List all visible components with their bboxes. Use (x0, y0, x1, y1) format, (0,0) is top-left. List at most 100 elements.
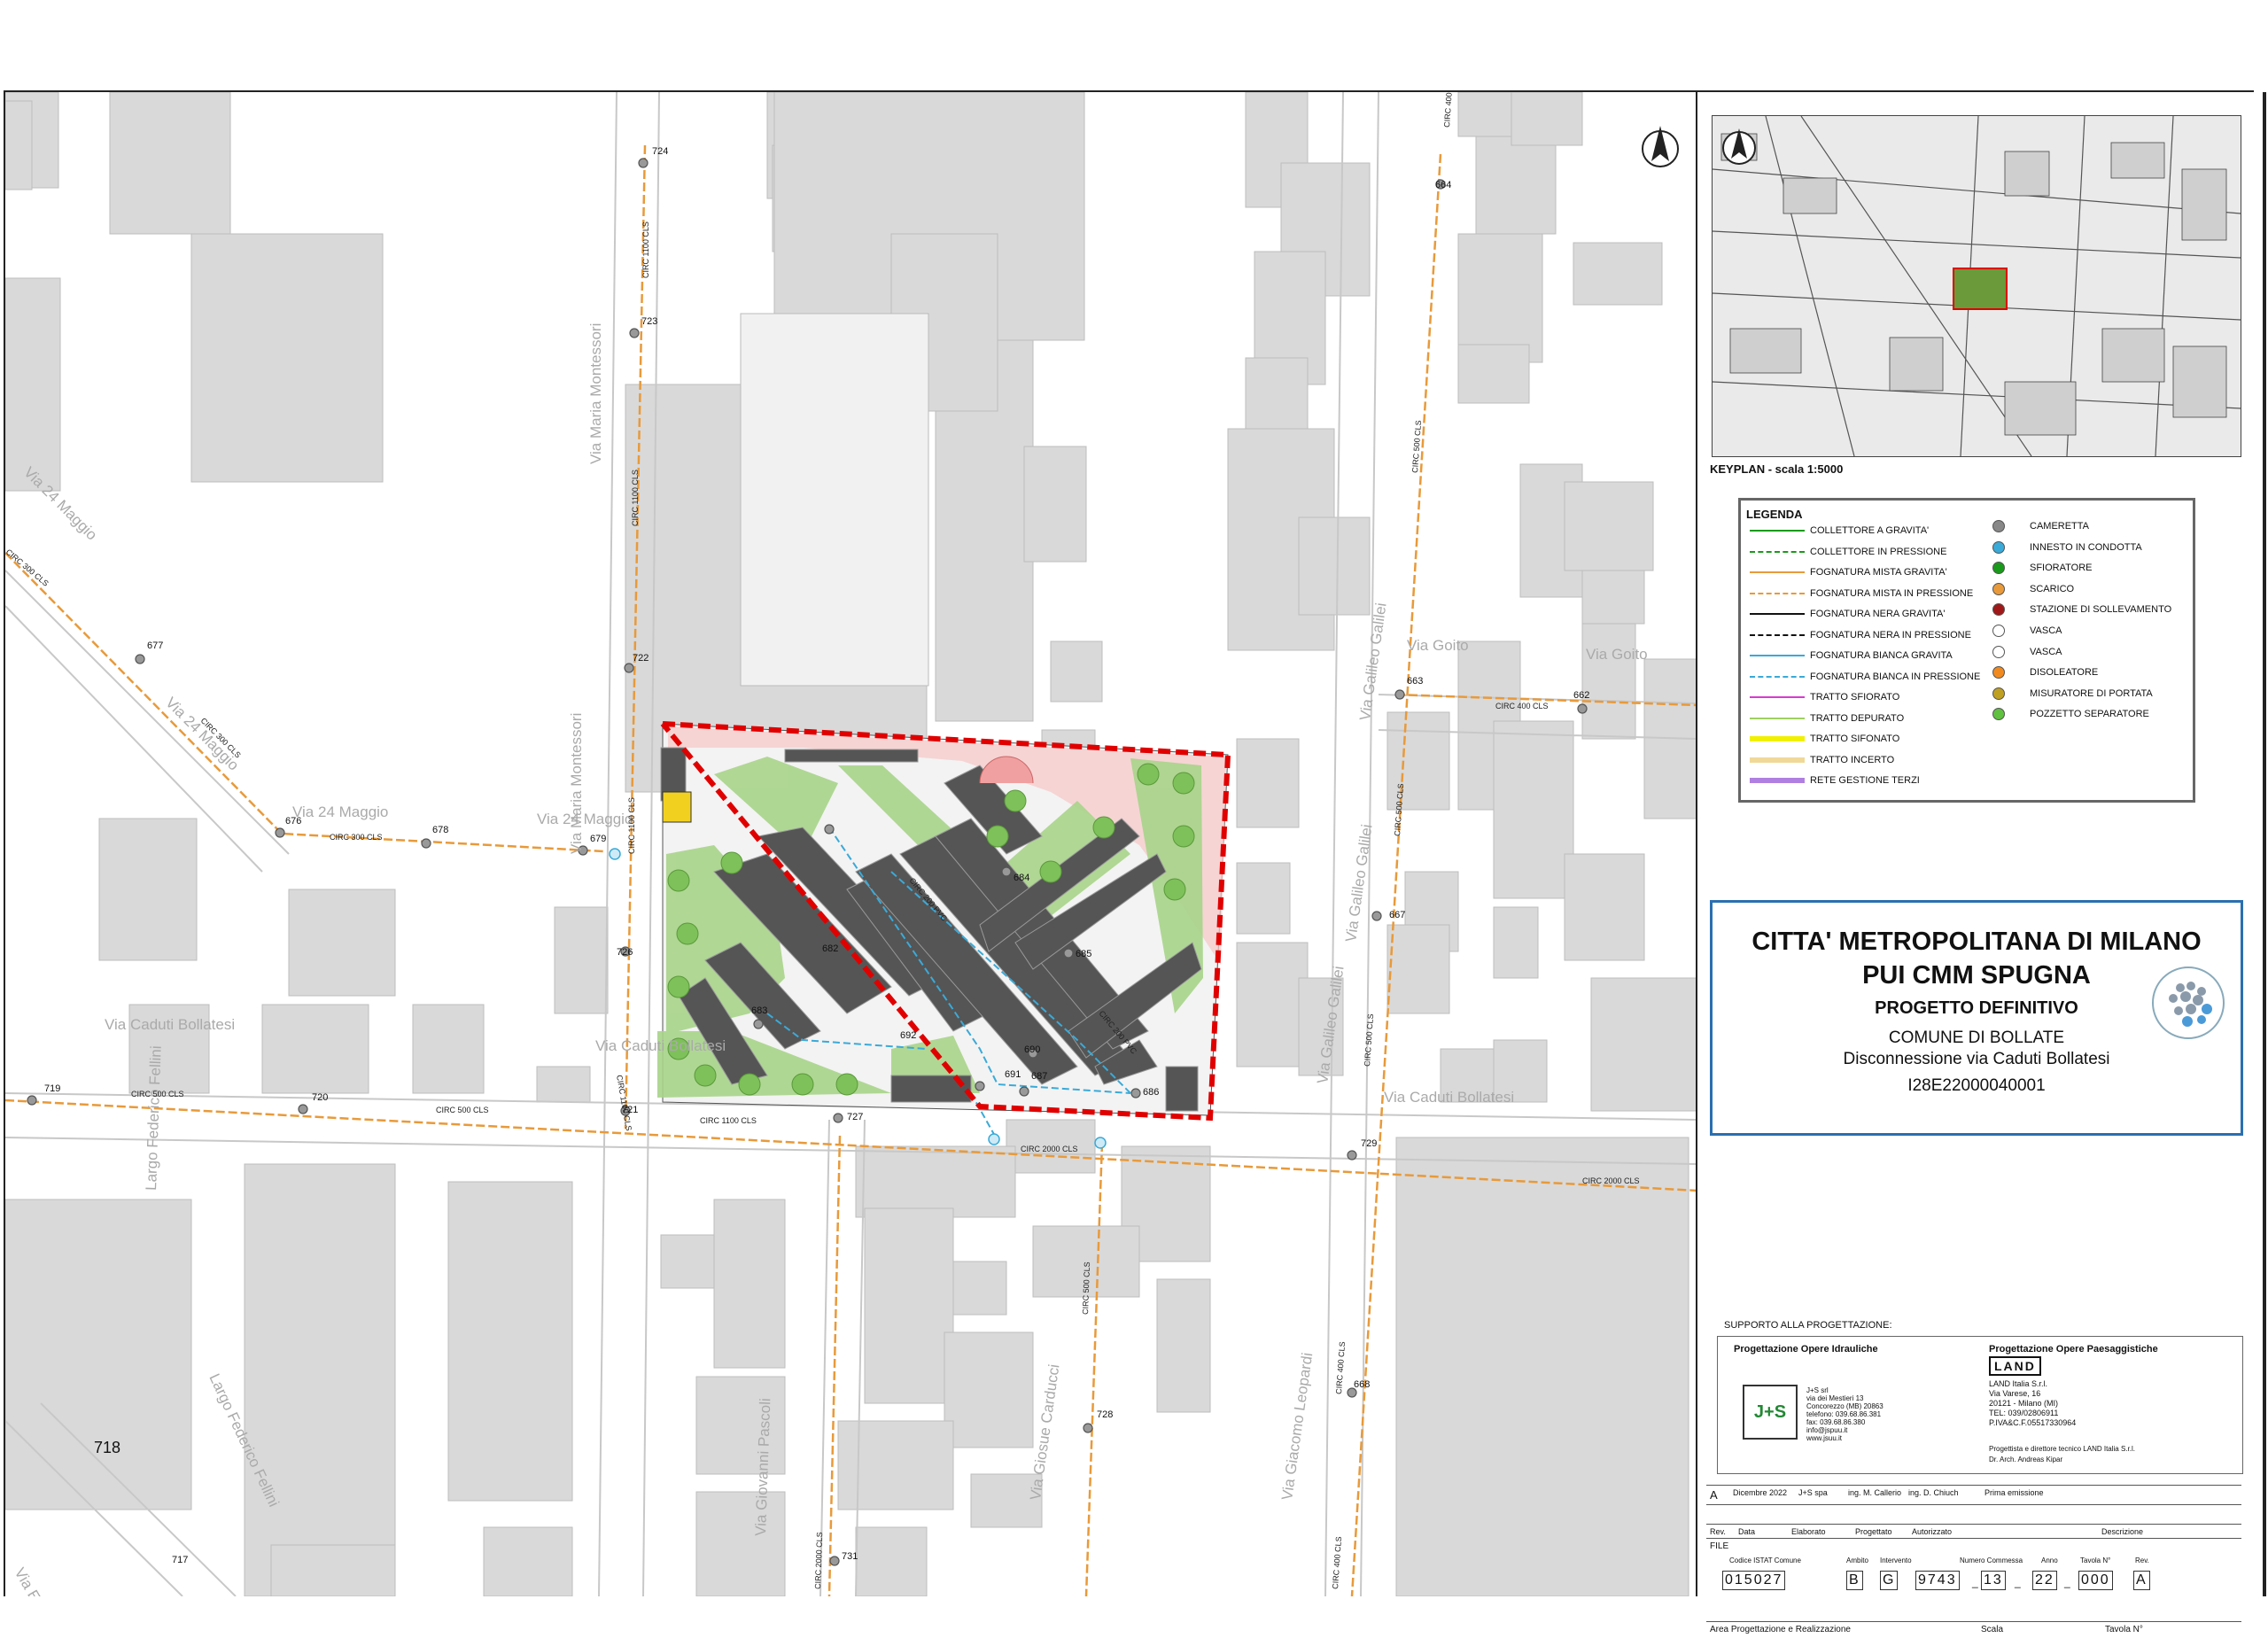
legend-symbol-icon (1992, 540, 2005, 554)
support-left-head: Progettazione Opere Idrauliche (1734, 1344, 1878, 1355)
street-label: Via Goito (1586, 646, 1648, 663)
legend-line-swatch (1750, 736, 1805, 741)
js-line: telefono: 039.68.86.381 (1806, 1410, 1882, 1418)
legend-symbol-item: MISURATORE DI PORTATA (1992, 687, 2153, 700)
node-id: 724 (652, 146, 668, 157)
node-id: 686 (1143, 1087, 1159, 1098)
node-id: 717 (172, 1555, 188, 1565)
file-head: Tavola N° (2080, 1556, 2111, 1564)
legend-line-swatch (1750, 530, 1805, 532)
node-id: 678 (432, 825, 448, 835)
legend-symbol-item: SFIORATORE (1992, 562, 2093, 575)
legend-line-swatch (1750, 571, 1805, 573)
legend-symbol-item: VASCA (1992, 625, 2062, 637)
node-id: 682 (822, 943, 838, 954)
js-logo: J+S (1743, 1385, 1798, 1440)
node-id: 676 (285, 816, 301, 827)
land-line: P.IVA&C.F.05517330964 (1989, 1418, 2077, 1427)
node-id: 662 (1573, 690, 1589, 701)
legend-line-swatch (1750, 633, 1805, 636)
pipe-label: CIRC 500 CLS (131, 1090, 184, 1098)
file-head: Rev. (2135, 1556, 2149, 1564)
node-id: 726 (617, 947, 633, 958)
legend-line-item: RETE GESTIONE TERZI (1750, 775, 1920, 786)
node-id: 690 (1024, 1044, 1040, 1055)
land-note-1: Progettista e direttore tecnico LAND Ita… (1989, 1445, 2135, 1453)
legend-line-item: TRATTO SIFONATO (1750, 734, 1899, 744)
legend-symbol-label: DISOLEATORE (2030, 667, 2099, 679)
legend-symbol-icon (1992, 562, 2005, 575)
legend-line-swatch (1750, 655, 1805, 656)
street-label: Via Maria Montessori (568, 713, 585, 854)
support-box: Progettazione Opere Idrauliche Progettaz… (1717, 1336, 2243, 1474)
legend-line-item: FOGNATURA NERA IN PRESSIONE (1750, 630, 1971, 640)
node-id: 722 (633, 653, 649, 664)
file-head: Intervento (1880, 1556, 1912, 1564)
street-label: Via Giacomo Leopardi (1278, 1352, 1316, 1502)
pipe-label: CIRC 2000 CLS (1021, 1145, 1078, 1153)
legend-symbol-icon (1992, 666, 2005, 679)
legend-line-item: TRATTO SFIORATO (1750, 692, 1899, 703)
support-right-head: Progettazione Opere Paesaggistiche (1989, 1344, 2158, 1355)
js-line: J+S srl (1806, 1386, 1829, 1394)
street-label: Via Galileo Galilei (1342, 823, 1375, 943)
legend-symbol-item: STAZIONE DI SOLLEVAMENTO (1992, 603, 2171, 617)
code-commessa-b: 13 (1981, 1571, 2006, 1590)
title-line-5: Disconnessione via Caduti Bollatesi (1843, 1050, 2110, 1068)
legend-line-label: TRATTO INCERTO (1810, 754, 1895, 765)
node-id: 718 (94, 1439, 120, 1456)
rev-head: Rev. (1710, 1527, 1726, 1536)
node-id: 728 (1097, 1409, 1113, 1420)
node-id: 679 (590, 834, 606, 844)
north-arrow-icon (1642, 126, 1679, 167)
legend-symbol-label: CAMERETTA (2030, 521, 2090, 532)
pipe-label: CIRC 300 CLS (5, 547, 50, 588)
legend-symbol-icon (1992, 708, 2005, 721)
pipe-label: CIRC 1100 CLS (641, 221, 650, 278)
legend-line-label: FOGNATURA MISTA IN PRESSIONE (1810, 587, 1974, 599)
rev-letter: A (1710, 1488, 1718, 1502)
pipe-label: CIRC 500 CLS (436, 1106, 489, 1114)
sheet-sidebar: KEYPLAN - scala 1:5000 LEGENDA COLLETTOR… (1696, 90, 2266, 1634)
node-id: 663 (1407, 676, 1423, 687)
legend-line-item: FOGNATURA MISTA IN PRESSIONE (1750, 588, 1973, 599)
legend-symbol-icon (1992, 687, 2005, 700)
node-id: 691 (1005, 1069, 1021, 1080)
js-line: www.jsuu.it (1806, 1434, 1843, 1442)
node-id: 719 (44, 1083, 60, 1094)
file-label: FILE (1710, 1541, 1729, 1551)
node-id: 723 (641, 316, 657, 327)
pipe-label: CIRC 1100 CLS (700, 1116, 757, 1125)
file-head: Codice ISTAT Comune (1729, 1556, 1801, 1564)
legend-symbol-item: DISOLEATORE (1992, 666, 2098, 679)
code-istat: 015027 (1722, 1571, 1786, 1590)
code-ambito: B (1846, 1571, 1863, 1590)
legend-line-label: FOGNATURA BIANCA IN PRESSIONE (1810, 671, 1981, 682)
street-label: Via Galileo Galilei (1356, 602, 1389, 721)
rev-approved: ing. D. Chiuch (1908, 1488, 1959, 1497)
footer-mid: Scala (1981, 1625, 2004, 1634)
legend-line-item: FOGNATURA MISTA GRAVITA' (1750, 567, 1947, 578)
street-label: Via 24 Maggio (162, 694, 242, 773)
legend-symbol-label: VASCA (2030, 646, 2062, 657)
title-line-6: I28E22000040001 (1907, 1076, 2046, 1095)
support-title: SUPPORTO ALLA PROGETTAZIONE: (1724, 1320, 1892, 1331)
pipe-label: CIRC 300 CLS (330, 833, 383, 842)
legend-title: LEGENDA (1746, 508, 1803, 521)
legend-line-swatch (1750, 757, 1805, 763)
pipe-label: CIRC 2000 CLS (1582, 1176, 1640, 1185)
node-id: 727 (847, 1112, 863, 1122)
pipe-label: CIRC 500 CLS (1081, 1261, 1091, 1315)
js-line: via dei Mestieri 13 (1806, 1394, 1864, 1402)
legend: LEGENDA COLLETTORE A GRAVITA' COLLETTORE … (1738, 498, 2195, 803)
land-line: LAND Italia S.r.l. (1989, 1379, 2048, 1388)
legend-symbol-label: VASCA (2030, 625, 2062, 636)
legend-symbol-icon (1992, 603, 2005, 617)
legend-symbol-item: POZZETTO SEPARATORE (1992, 708, 2149, 721)
land-line: Via Varese, 16 (1989, 1389, 2041, 1398)
legend-line-item: COLLETTORE A GRAVITA' (1750, 525, 1929, 536)
street-label: Via 24 Maggio (537, 811, 633, 827)
rev-checked: ing. M. Callerio (1848, 1488, 1902, 1497)
map-panel: Via Maria Montessori Via Maria Montessor… (4, 90, 1697, 1596)
legend-line-label: TRATTO DEPURATO (1810, 712, 1905, 724)
